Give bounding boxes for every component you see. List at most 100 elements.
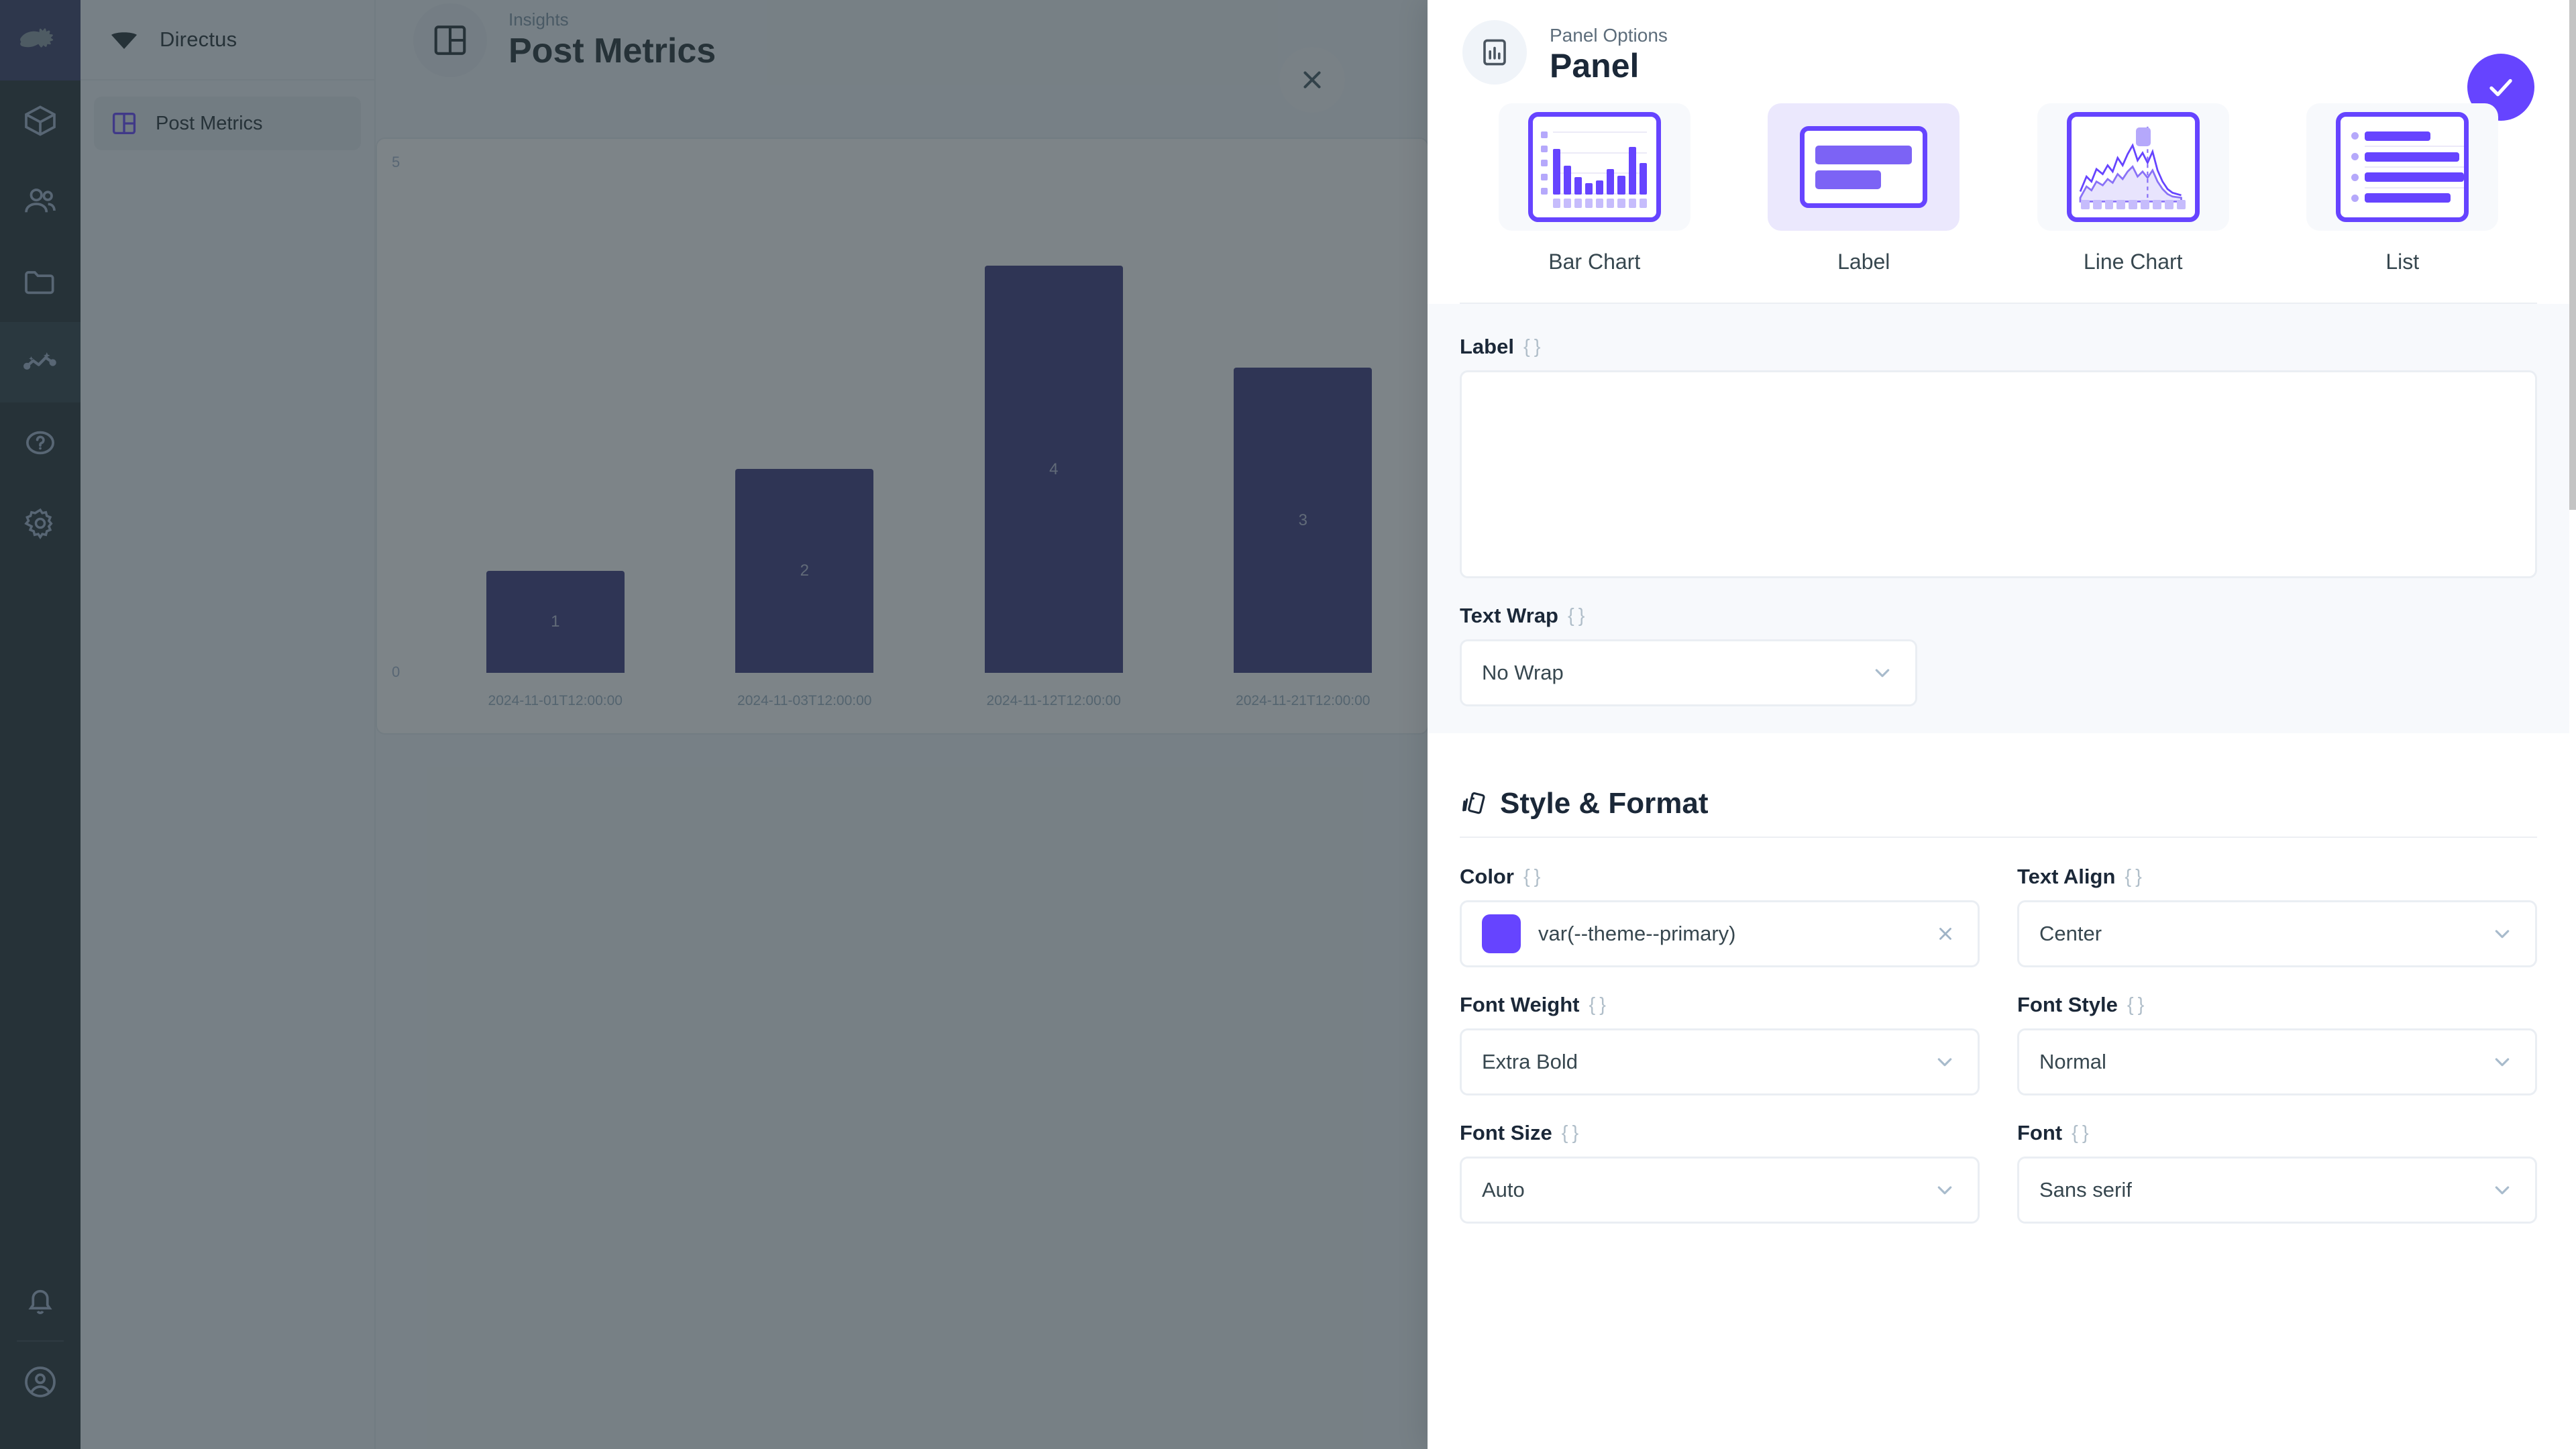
panel-type-label: Line Chart [2083,250,2183,274]
select-value: Auto [1482,1178,1525,1201]
field-text-align: Text Align { } Center [2017,865,2537,967]
label-text: Color [1460,865,1514,888]
label-text: Text Wrap [1460,604,1558,627]
check-icon [2489,78,2512,97]
mini-label-card [1800,126,1928,208]
list-item [2351,193,2464,203]
thumb-frame [2066,112,2200,222]
mini-list [2351,129,2465,205]
chevron-down-icon [2489,1049,2515,1075]
style-row-2: Font Weight { } Extra Bold Font Style {… [1460,993,2537,1095]
drawer-titles: Panel Options Panel [1550,24,1668,85]
braces-icon: { } [1561,1122,1578,1144]
app-root: Directus Post Metrics [0,0,2576,1449]
field-label-text: Label { } [1460,335,2537,359]
panel-options-drawer: Panel Options Panel Bar Chart Label Line… [1428,0,2576,1449]
bar-chart-thumb [1498,103,1690,231]
label-text: Label [1460,335,1514,358]
chevron-down-icon [1932,1177,1957,1203]
panel-type-label: List [2385,250,2420,274]
chevron-down-icon [2489,921,2515,947]
field-font-size: Font Size { } Auto [1460,1121,1980,1224]
field-label-text: Font Weight { } [1460,993,1980,1017]
select-value: Sans serif [2039,1178,2132,1201]
field-color: Color { } var(--theme--primary) [1460,865,1980,967]
label-text: Font Weight [1460,993,1580,1016]
mini-x-ticks [1552,199,1647,208]
font-size-select[interactable]: Auto [1460,1157,1980,1224]
label-text: Font Size [1460,1121,1552,1144]
braces-icon: { } [1589,994,1606,1016]
font-select[interactable]: Sans serif [2017,1157,2537,1224]
panel-type-label: Label [1837,250,1890,274]
font-weight-select[interactable]: Extra Bold [1460,1028,1980,1095]
drawer-header: Panel Options Panel [1428,0,2569,121]
panel-type-label[interactable]: Label [1729,103,1999,274]
field-label-text: Font Style { } [2017,993,2537,1017]
mini-x-ticks [2080,200,2186,209]
label-text: Text Align [2017,865,2116,888]
field-label-text: Font { } [2017,1121,2537,1145]
line-chart-thumb [2037,103,2229,231]
list-item [2351,172,2465,182]
field-label-text: Text Align { } [2017,865,2537,889]
chevron-down-icon [1870,660,1895,686]
mini-bars [1552,131,1647,195]
braces-icon: { } [2127,994,2144,1016]
scrollbar-thumb[interactable] [2569,0,2576,510]
style-row-3: Font Size { } Auto Font {} Sans serif [1460,1121,2537,1224]
label-thumb [1768,103,1960,231]
mini-tooltip [2135,127,2151,146]
drawer-scroll-content: Panel Options Panel Bar Chart Label Line… [1428,0,2569,1449]
panel-type-bar-chart[interactable]: Bar Chart [1460,103,1729,274]
select-value: Normal [2039,1050,2106,1073]
section-title-text: Style & Format [1500,787,1709,820]
drawer-subtitle: Panel Options [1550,25,1668,46]
chevron-down-icon [1932,1049,1957,1075]
panel-type-selector: Bar Chart Label Line Chart List [1428,82,2569,274]
select-value: No Wrap [1482,661,1564,684]
style-row-1: Color { } var(--theme--primary) Text Ali… [1460,865,2537,967]
label-textarea[interactable] [1460,370,2537,578]
list-item [2351,131,2464,141]
panel-options-form: Label { } Text Wrap { } No Wrap [1428,304,2569,733]
field-font-style: Font Style { } Normal [2017,993,2537,1095]
braces-icon: { } [1523,335,1540,358]
field-label: Label { } [1460,335,2537,578]
divider [1460,837,2537,838]
thumb-frame [2336,112,2469,222]
section-title-style-format: Style & Format [1460,787,2537,820]
thumb-frame [1527,112,1661,222]
color-value: var(--theme--primary) [1538,922,1736,945]
label-text: Font [2017,1121,2063,1144]
field-font-weight: Font Weight { } Extra Bold [1460,993,1980,1095]
panel-chart-icon [1462,20,1527,85]
style-format-section: Style & Format Color { } var(--theme--pr… [1428,733,2569,1224]
drawer-scrollbar[interactable] [2569,0,2576,1449]
braces-icon: { } [1523,865,1540,888]
select-value: Extra Bold [1482,1050,1578,1073]
font-style-select[interactable]: Normal [2017,1028,2537,1095]
braces-icon: { } [2125,865,2141,888]
panel-type-label: Bar Chart [1548,250,1641,274]
field-label-text: Color { } [1460,865,1980,889]
chevron-down-icon [2489,1177,2515,1203]
field-font: Font { } Sans serif [2017,1121,2537,1224]
drawer-title: Panel [1550,47,1640,85]
list-item [2351,152,2464,162]
mini-y-ticks [1540,131,1548,195]
field-label-text: Font Size { } [1460,1121,1980,1145]
thumb-frame [1790,105,1937,229]
color-swatch[interactable] [1482,914,1521,953]
clear-icon[interactable] [1933,922,1957,946]
list-thumb [2306,103,2499,231]
field-text-wrap: Text Wrap { } No Wrap [1460,604,2537,706]
braces-icon: { } [1568,604,1585,627]
panel-type-list[interactable]: List [2268,103,2538,274]
text-align-select[interactable]: Center [2017,900,2537,967]
color-input[interactable]: var(--theme--primary) [1460,900,1980,967]
panel-type-line-chart[interactable]: Line Chart [1998,103,2268,274]
text-wrap-select[interactable]: No Wrap [1460,639,1917,706]
label-text: Font Style [2017,993,2118,1016]
palette-icon [1462,792,1485,814]
